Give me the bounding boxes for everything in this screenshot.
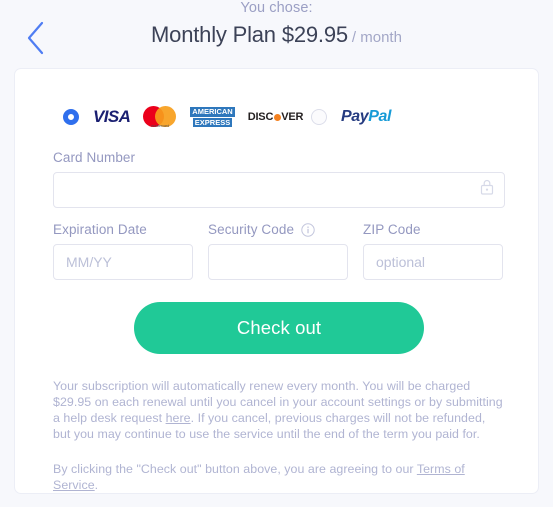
plan-name: Monthly Plan	[151, 22, 276, 47]
expiration-input[interactable]	[53, 244, 193, 280]
zip-code-input[interactable]	[363, 244, 503, 280]
payment-option-credit-card[interactable]: VISA mastercard AMERICAN EXPRESS DISC VE…	[63, 102, 303, 132]
amex-logo: AMERICAN EXPRESS	[190, 107, 235, 127]
visa-logo: VISA	[93, 107, 131, 126]
mastercard-wordmark: mastercard	[151, 124, 170, 128]
paypal-pay-text: Pay	[341, 108, 369, 125]
paypal-radio[interactable]	[311, 109, 327, 125]
check-out-button[interactable]: Check out	[134, 302, 424, 354]
credit-card-radio[interactable]	[63, 109, 79, 125]
lock-icon	[480, 179, 494, 195]
plan-price: $29.95	[281, 22, 348, 47]
plan-period: / month	[351, 29, 402, 46]
renewal-disclaimer: Your subscription will automatically ren…	[53, 378, 505, 442]
zip-code-label: ZIP Code	[363, 222, 421, 237]
payment-method-selector: VISA mastercard AMERICAN EXPRESS DISC VE…	[53, 102, 505, 132]
security-code-label: Security Code	[208, 222, 295, 237]
terms-text-part1: By clicking the "Check out" button above…	[53, 462, 417, 476]
checkout-form: VISA mastercard AMERICAN EXPRESS DISC VE…	[53, 102, 505, 493]
you-chose-label: You chose:	[240, 0, 313, 16]
payment-option-paypal[interactable]: PayPal	[311, 102, 392, 132]
expiration-group: Expiration Date	[53, 222, 193, 280]
page-header: You chose: Monthly Plan $29.95/ month	[0, 0, 553, 68]
discover-logo: DISC VER	[248, 111, 304, 123]
expiration-label: Expiration Date	[53, 222, 147, 237]
security-code-input[interactable]	[208, 244, 348, 280]
amex-line1: AMERICAN	[190, 107, 235, 117]
discover-part1: DISC	[247, 111, 274, 123]
card-number-label: Card Number	[53, 150, 136, 165]
paypal-logo: PayPal	[341, 108, 392, 126]
card-brand-logos: VISA mastercard AMERICAN EXPRESS DISC VE…	[93, 106, 303, 128]
security-code-group: Security Code	[208, 222, 348, 280]
card-number-group: Card Number	[53, 150, 505, 208]
discover-part2: VER	[281, 111, 304, 123]
zip-code-group: ZIP Code	[363, 222, 503, 280]
security-code-label-row: Security Code	[208, 222, 348, 237]
card-details-row: Expiration Date Security Code	[53, 222, 505, 280]
checkout-button-wrap: Check out	[53, 302, 505, 354]
checkout-page: You chose: Monthly Plan $29.95/ month VIS…	[0, 0, 553, 507]
info-icon[interactable]	[301, 222, 315, 237]
checkout-card: VISA mastercard AMERICAN EXPRESS DISC VE…	[14, 68, 539, 494]
terms-disclaimer: By clicking the "Check out" button above…	[53, 461, 505, 493]
terms-text-part2: .	[94, 478, 99, 492]
help-desk-link[interactable]: here	[166, 411, 191, 425]
amex-line2: EXPRESS	[192, 117, 233, 127]
plan-summary: Monthly Plan $29.95/ month	[0, 22, 553, 48]
card-number-input[interactable]	[53, 172, 505, 208]
discover-o-icon	[273, 113, 281, 121]
mastercard-logo: mastercard	[143, 106, 177, 128]
paypal-pal-text: Pal	[368, 108, 392, 125]
